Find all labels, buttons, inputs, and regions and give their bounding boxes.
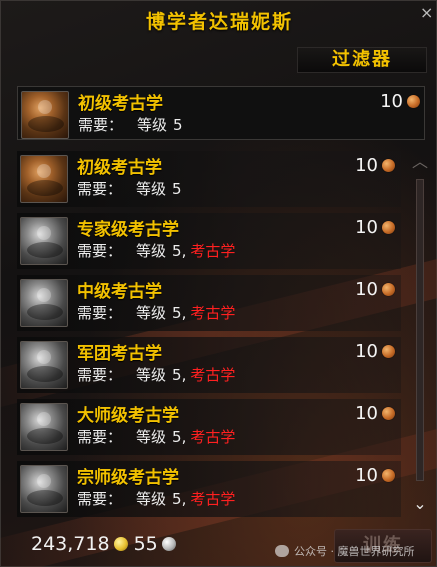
recipe-cost: 10 <box>355 155 395 176</box>
recipe-name: 军团考古学 <box>77 344 162 364</box>
requirement-label: 需要： <box>77 304 123 322</box>
requirement-label: 需要： <box>77 180 123 198</box>
requirement-separator: , <box>181 242 187 260</box>
player-money: 243,718 55 <box>31 533 176 555</box>
requirement-separator: , <box>181 490 187 508</box>
cost-value: 10 <box>355 341 378 362</box>
silver-amount: 55 <box>133 533 158 555</box>
watermark: 公众号 · 魔兽世界研究所 <box>275 541 415 561</box>
recipe-name: 大师级考古学 <box>77 406 179 426</box>
wechat-icon <box>275 545 289 557</box>
copper-coin-icon <box>382 469 395 482</box>
requirement-label: 需要： <box>77 242 123 260</box>
archaeology-icon <box>20 279 68 327</box>
level-value: 5 <box>172 490 182 508</box>
level-label: 等级 <box>136 490 167 508</box>
recipe-name: 初级考古学 <box>78 94 163 114</box>
recipe-row[interactable]: 初级考古学需要： 等级 5 10 <box>17 151 401 207</box>
scrollbar[interactable]: ︿ ⌄ <box>405 153 433 515</box>
scroll-up-icon[interactable]: ︿ <box>411 153 429 171</box>
copper-coin-icon <box>382 345 395 358</box>
missing-requirement: 考古学 <box>190 242 236 260</box>
level-label: 等级 <box>136 366 167 384</box>
recipe-cost: 10 <box>355 217 395 238</box>
recipe-cost: 10 <box>355 403 395 424</box>
trainer-window: 博学者达瑞妮斯 × 过滤器 初级考古学 需要： 等级 5 10 初级考古学 需要： 等级… <box>0 0 437 567</box>
recipe-row[interactable]: 专家级考古学 需要： 等级 5, 考古学 10 <box>17 213 401 269</box>
missing-requirement: 考古学 <box>190 490 236 508</box>
missing-requirement: 考古学 <box>190 366 236 384</box>
requirement-label: 需要： <box>77 366 123 384</box>
archaeology-icon <box>20 403 68 451</box>
watermark-text: 公众号 · 魔兽世界研究所 <box>294 545 415 558</box>
recipe-name: 宗师级考古学 <box>77 468 179 488</box>
filter-button[interactable]: 过滤器 <box>297 47 427 73</box>
requirement-label: 需要： <box>77 490 123 508</box>
level-value: 5 <box>172 304 182 322</box>
recipe-requirement: 需要： 等级 5, 考古学 <box>77 488 235 509</box>
copper-coin-icon <box>407 95 420 108</box>
level-value: 5 <box>172 242 182 260</box>
close-icon[interactable]: × <box>420 3 436 23</box>
requirement-separator: , <box>181 428 187 446</box>
recipe-cost: 10 <box>355 279 395 300</box>
recipe-requirement: 需要： 等级 5, 考古学 <box>77 302 235 323</box>
archaeology-icon <box>20 155 68 203</box>
requirement-separator: , <box>181 366 187 384</box>
recipe-requirement: 需要： 等级 5, 考古学 <box>77 426 235 447</box>
archaeology-icon <box>21 91 69 139</box>
copper-coin-icon <box>382 159 395 172</box>
cost-value: 10 <box>355 465 378 486</box>
archaeology-icon <box>20 465 68 513</box>
recipe-requirement: 需要： 等级 5 <box>78 114 183 135</box>
copper-coin-icon <box>382 221 395 234</box>
level-label: 等级 <box>136 242 167 260</box>
gold-amount: 243,718 <box>31 533 110 555</box>
silver-coin-icon <box>161 537 176 551</box>
recipe-requirement: 需要： 等级 5, 考古学 <box>77 364 235 385</box>
recipe-row[interactable]: 宗师级考古学 需要： 等级 5, 考古学 10 <box>17 461 401 517</box>
level-label: 等级 <box>136 180 167 198</box>
level-label: 等级 <box>137 116 168 134</box>
recipe-cost: 10 <box>355 341 395 362</box>
recipe-requirement: 需要： 等级 5 <box>77 178 186 199</box>
cost-value: 10 <box>355 217 378 238</box>
gold-coin-icon <box>113 537 128 551</box>
recipe-row[interactable]: 军团考古学需要： 等级 5, 考古学 10 <box>17 337 401 393</box>
cost-value: 10 <box>355 279 378 300</box>
archaeology-icon <box>20 341 68 389</box>
copper-coin-icon <box>382 283 395 296</box>
level-label: 等级 <box>136 304 167 322</box>
recipe-name: 初级考古学 <box>77 158 162 178</box>
scroll-track[interactable] <box>416 179 424 481</box>
requirement-label: 需要： <box>78 116 124 134</box>
recipe-name: 中级考古学 <box>77 282 162 302</box>
recipe-row[interactable]: 大师级考古学 需要： 等级 5, 考古学 10 <box>17 399 401 455</box>
missing-requirement: 考古学 <box>190 428 236 446</box>
missing-requirement: 考古学 <box>190 304 236 322</box>
cost-value: 10 <box>380 91 403 112</box>
level-value: 5 <box>173 116 183 134</box>
selected-recipe[interactable]: 初级考古学 需要： 等级 5 10 <box>17 86 425 140</box>
recipe-name: 专家级考古学 <box>77 220 179 240</box>
recipe-row[interactable]: 中级考古学需要： 等级 5, 考古学 10 <box>17 275 401 331</box>
copper-coin-icon <box>382 407 395 420</box>
requirement-separator: , <box>181 304 187 322</box>
cost-value: 10 <box>355 155 378 176</box>
archaeology-icon <box>20 217 68 265</box>
requirement-label: 需要： <box>77 428 123 446</box>
recipe-cost: 10 <box>355 465 395 486</box>
scroll-down-icon[interactable]: ⌄ <box>411 495 429 513</box>
recipe-cost: 10 <box>380 91 420 112</box>
recipe-requirement: 需要： 等级 5, 考古学 <box>77 240 235 261</box>
cost-value: 10 <box>355 403 378 424</box>
window-title: 博学者达瑞妮斯 <box>145 11 293 33</box>
level-value: 5 <box>172 428 182 446</box>
level-value: 5 <box>172 366 182 384</box>
level-label: 等级 <box>136 428 167 446</box>
level-value: 5 <box>172 180 182 198</box>
